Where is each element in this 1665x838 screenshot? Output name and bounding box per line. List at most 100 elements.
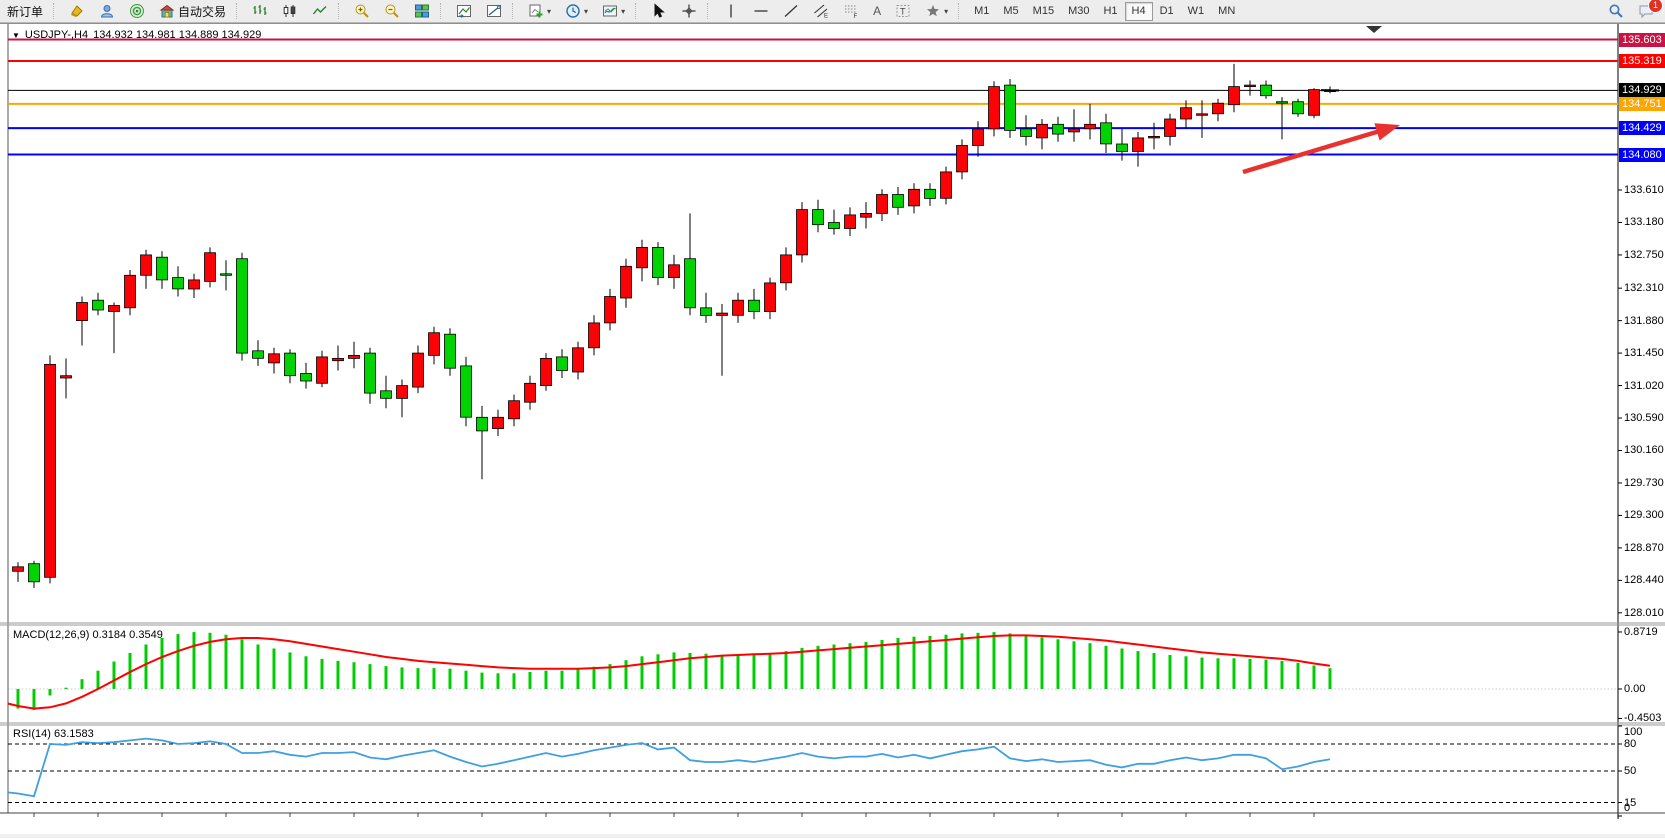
new-order-button[interactable]: 新订单 [1,1,49,22]
objects-window-icon [486,3,502,19]
timeframe-button-h4[interactable]: H4 [1125,2,1153,21]
signals-button[interactable] [123,1,151,22]
candle-chart-button[interactable] [276,1,304,22]
horizontal-line-icon [753,3,769,19]
label-icon: T [895,3,911,19]
price-tick-label: 131.020 [1624,380,1664,392]
indicator-window-icon [456,3,472,19]
autotrading-label: 自动交易 [178,3,226,20]
trendline-tool-button[interactable] [777,1,805,22]
period-clock-icon [565,3,581,19]
price-tick-label: 130.160 [1624,444,1664,456]
candle [797,202,808,262]
price-tick-label: 132.750 [1624,249,1664,261]
accounts-icon [99,3,115,19]
new-chart-icon [528,3,544,19]
mt4-application-window: 新订单 [0,0,1665,838]
price-tick-label: 133.610 [1624,184,1664,196]
notification-badge: 1 [1648,0,1663,13]
tile-windows-button[interactable] [408,1,436,22]
timeframe-button-h1[interactable]: H1 [1096,2,1124,21]
period-clock-button[interactable]: ▾ [559,1,594,22]
macd-axis-label: -0.4503 [1624,712,1661,724]
timeframe-button-m1[interactable]: M1 [967,2,996,21]
price-tick-label: 131.450 [1624,347,1664,359]
toolbar-separator [440,3,446,19]
chart-ohlc-values: 134.932 134.981 134.889 134.929 [93,29,261,41]
svg-text:F: F [854,14,858,19]
trendline-icon [783,3,799,19]
price-tick-label: 130.590 [1624,412,1664,424]
label-tool-button[interactable]: T [889,1,917,22]
dropdown-caret: ▾ [547,7,551,16]
rsi-indicator-label: RSI(14) 63.1583 [13,728,94,740]
timeframe-button-m30[interactable]: M30 [1061,2,1096,21]
text-tool-button[interactable]: A [867,1,887,22]
price-level-label: 134.751 [1619,97,1665,111]
notifications-button[interactable]: 1 [1632,1,1660,22]
chart-window[interactable]: ▼ USDJPY-,H4 134.932 134.981 134.889 134… [0,23,1665,834]
toolbar-separator [53,3,59,19]
dropdown-caret: ▾ [944,7,948,16]
toolbar-separator [707,3,713,19]
price-level-label: 134.429 [1619,121,1665,135]
candle [541,353,552,391]
crosshair-tool-button[interactable] [675,1,703,22]
crosshair-icon [681,3,697,19]
toolbar-separator [338,3,344,19]
fibonacci-tool-button[interactable]: F [837,1,865,22]
cursor-icon [651,3,667,19]
indicator-window-button[interactable] [450,1,478,22]
timeframe-button-mn[interactable]: MN [1211,2,1242,21]
new-chart-button[interactable]: ▾ [522,1,557,22]
text-tool-label: A [873,4,881,18]
vertical-line-tool-button[interactable] [717,1,745,22]
new-order-label: 新订单 [7,3,43,20]
line-chart-button[interactable] [306,1,334,22]
rsi-axis-label: 100 [1624,726,1642,738]
shapes-tool-button[interactable]: ▾ [919,1,954,22]
chart-symbol-period: USDJPY-,H4 [25,29,88,41]
price-level-label: 134.080 [1619,148,1665,162]
timeframe-button-group: M1M5M15M30H1H4D1W1MN [967,2,1242,21]
price-tick-label: 128.440 [1624,574,1664,586]
template-button[interactable]: ▾ [596,1,631,22]
search-icon [1608,3,1624,19]
candle [45,355,56,583]
chart-menu-caret-icon[interactable]: ▼ [12,31,20,40]
price-tick-label: 132.310 [1624,282,1664,294]
horizontal-line-tool-button[interactable] [747,1,775,22]
price-level-label: 135.603 [1619,33,1665,47]
timeframe-button-d1[interactable]: D1 [1153,2,1181,21]
candle-chart-icon [282,3,298,19]
rsi-axis-label: 50 [1624,765,1636,777]
timeframe-button-w1[interactable]: W1 [1181,2,1212,21]
price-tick-label: 133.180 [1624,216,1664,228]
candle [445,328,456,376]
chart-surface[interactable] [0,24,1665,834]
macd-axis-label: 0.00 [1624,683,1645,695]
line-chart-icon [312,3,328,19]
modify-order-button[interactable] [63,1,91,22]
toolbar-separator [512,3,518,19]
template-icon [602,3,618,19]
autotrading-icon [159,3,175,19]
toolbar-separator [958,3,964,19]
timeframe-button-m15[interactable]: M15 [1026,2,1061,21]
cursor-tool-button[interactable] [645,1,673,22]
dropdown-caret: ▾ [584,7,588,16]
autotrading-button[interactable]: 自动交易 [153,1,232,22]
signals-icon [129,3,145,19]
channel-tool-button[interactable]: E [807,1,835,22]
accounts-button[interactable] [93,1,121,22]
zoom-in-button[interactable] [348,1,376,22]
search-button[interactable] [1602,1,1630,22]
modify-order-icon [69,3,85,19]
timeframe-button-m5[interactable]: M5 [996,2,1025,21]
price-tick-label: 128.870 [1624,542,1664,554]
svg-text:T: T [900,7,906,17]
objects-window-button[interactable] [480,1,508,22]
bar-chart-button[interactable] [246,1,274,22]
zoom-out-button[interactable] [378,1,406,22]
main-toolbar: 新订单 [0,0,1665,23]
